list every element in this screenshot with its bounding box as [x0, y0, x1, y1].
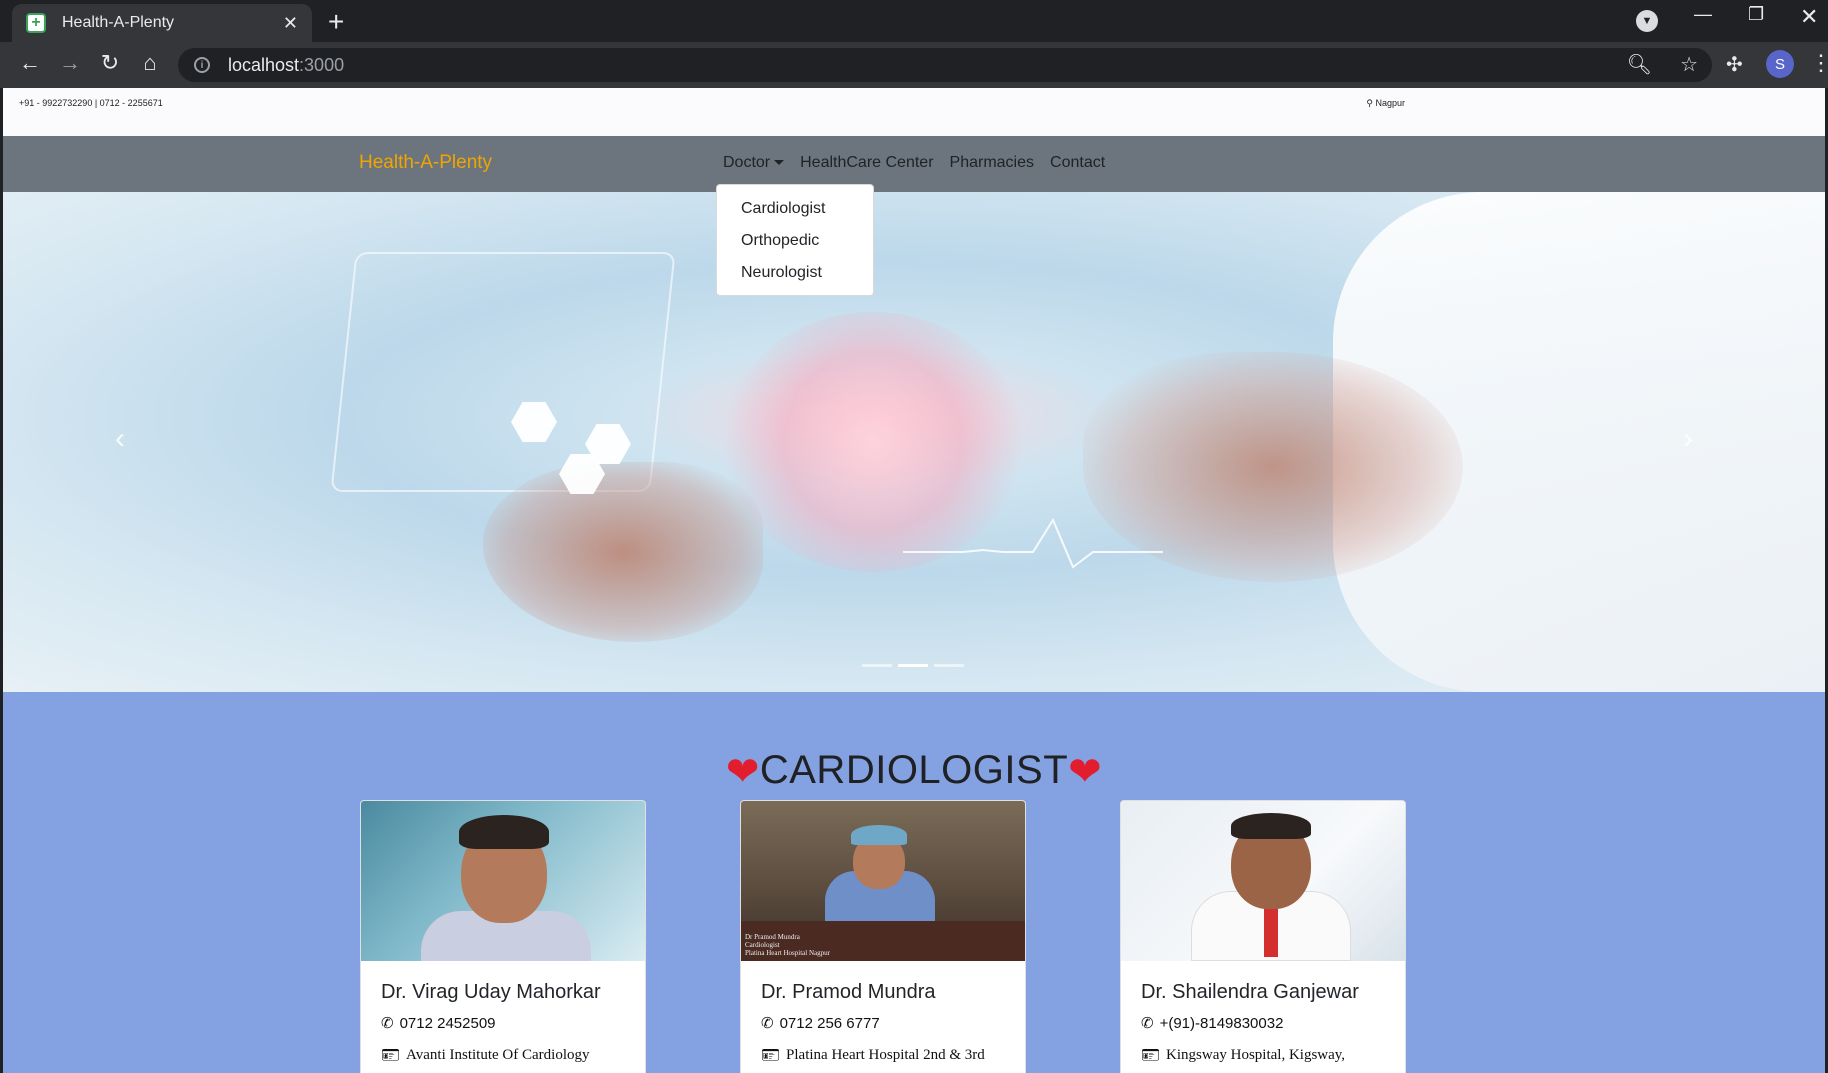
address-card-icon: 🪪︎: [1141, 1048, 1161, 1064]
carousel-prev-icon[interactable]: ‹: [115, 422, 125, 456]
tab-search-icon[interactable]: ▼: [1636, 10, 1658, 32]
nav-healthcare-center[interactable]: HealthCare Center: [800, 154, 933, 172]
browser-menu-icon[interactable]: ⋮: [1810, 50, 1828, 76]
zoom-icon[interactable]: 🔍︎: [1627, 52, 1652, 77]
nav-contact[interactable]: Contact: [1050, 154, 1105, 172]
address-bar[interactable]: i localhost:3000 🔍︎ ☆: [178, 48, 1712, 82]
favicon-icon: +: [26, 13, 46, 33]
heartbeat-icon: ❤: [1068, 750, 1103, 795]
minimize-icon[interactable]: —: [1694, 4, 1712, 25]
phone-icon: ✆: [1141, 1015, 1154, 1032]
doctor-name: Dr. Virag Uday Mahorkar: [381, 981, 601, 1003]
phone-numbers: +91 - 9922732290 | 0712 - 2255671: [19, 98, 163, 108]
carousel-indicator[interactable]: [934, 664, 964, 667]
section-title: ❤CARDIOLOGIST❤: [725, 748, 1103, 795]
cardiologist-section: ❤CARDIOLOGIST❤ Dr. Virag Uday Mahorkar ✆…: [3, 692, 1825, 1073]
brand-link[interactable]: Health-A-Plenty: [359, 152, 492, 174]
main-navbar: Health-A-Plenty Doctor HealthCare Center…: [3, 136, 1825, 192]
reload-icon[interactable]: ↻: [96, 50, 124, 76]
doctor-card[interactable]: Dr. Shailendra Ganjewar ✆ +(91)-814983003…: [1120, 800, 1406, 1073]
doctor-photo: Dr Pramod Mundra Cardiologist Platina Hear…: [741, 801, 1025, 961]
heartbeat-icon: ❤: [725, 750, 760, 795]
extensions-icon[interactable]: ✣: [1726, 52, 1743, 77]
doctor-name: Dr. Pramod Mundra: [761, 981, 936, 1003]
phone-icon: ✆: [381, 1015, 394, 1032]
address-card-icon: 🪪︎: [761, 1048, 781, 1064]
close-window-icon[interactable]: ✕: [1800, 4, 1818, 30]
hero-left-hand: [483, 462, 763, 642]
carousel-next-icon[interactable]: ›: [1683, 422, 1693, 456]
home-icon[interactable]: ⌂: [136, 50, 164, 76]
tab-close-icon[interactable]: ✕: [283, 13, 298, 34]
doctor-phone: ✆ 0712 2452509: [381, 1014, 496, 1033]
carousel-indicator-active[interactable]: [898, 664, 928, 667]
address-card-icon: 🪪︎: [381, 1048, 401, 1064]
profile-avatar[interactable]: S: [1766, 50, 1794, 78]
info-icon[interactable]: i: [194, 57, 210, 73]
doctor-dropdown-menu: Cardiologist Orthopedic Neurologist: [716, 184, 874, 296]
back-icon[interactable]: ←: [16, 50, 44, 76]
photo-caption: Dr Pramod Mundra Cardiologist Platina Hear…: [745, 933, 830, 957]
restore-icon[interactable]: ❐: [1748, 4, 1764, 25]
doctor-photo: [1121, 801, 1405, 961]
hero-carousel: ‹ ›: [3, 192, 1825, 692]
url-text: localhost:3000: [228, 54, 345, 75]
doctor-name: Dr. Shailendra Ganjewar: [1141, 981, 1359, 1003]
doctor-address: 🪪︎ Platina Heart Hospital 2nd & 3rd: [761, 1047, 985, 1064]
browser-toolbar: ← → ↻ ⌂ i localhost:3000 🔍︎ ☆ ✣ S ⋮: [0, 42, 1828, 88]
map-marker-icon: ⚲: [1366, 98, 1373, 108]
carousel-indicator[interactable]: [862, 664, 892, 667]
forward-icon[interactable]: →: [56, 50, 84, 76]
doctor-phone: ✆ +(91)-8149830032: [1141, 1014, 1284, 1033]
dropdown-item-neurologist[interactable]: Neurologist: [717, 257, 873, 289]
bookmark-star-icon[interactable]: ☆: [1680, 52, 1698, 77]
tab-title: Health-A-Plenty: [62, 14, 175, 31]
doctor-card[interactable]: Dr. Virag Uday Mahorkar ✆ 0712 2452509 🪪︎…: [360, 800, 646, 1073]
dropdown-item-orthopedic[interactable]: Orthopedic: [717, 225, 873, 257]
phone-icon: ✆: [761, 1015, 774, 1032]
browser-tabstrip: + Health-A-Plenty ✕ + ▼ — ❐ ✕: [0, 0, 1828, 42]
ecg-line-icon: [903, 517, 1163, 569]
nav-pharmacies[interactable]: Pharmacies: [950, 154, 1034, 172]
dropdown-item-cardiologist[interactable]: Cardiologist: [717, 193, 873, 225]
doctor-address: 🪪︎ Avanti Institute Of Cardiology: [381, 1047, 590, 1064]
location: ⚲ Nagpur: [1366, 98, 1405, 108]
nav-doctor[interactable]: Doctor: [723, 154, 785, 172]
doctor-phone: ✆ 0712 256 6777: [761, 1014, 880, 1033]
browser-tab[interactable]: + Health-A-Plenty ✕: [12, 4, 312, 42]
doctor-photo: [361, 801, 645, 961]
new-tab-icon[interactable]: +: [328, 6, 344, 38]
caret-down-icon: [774, 160, 785, 166]
web-page: +91 - 9922732290 | 0712 - 2255671 ⚲ Nagp…: [3, 88, 1825, 1073]
carousel-indicators: [862, 664, 964, 667]
doctor-card[interactable]: Dr Pramod Mundra Cardiologist Platina Hear…: [740, 800, 1026, 1073]
contact-topbar: +91 - 9922732290 | 0712 - 2255671 ⚲ Nagp…: [3, 88, 1825, 136]
doctor-address: 🪪︎ Kingsway Hospital, Kigsway,: [1141, 1047, 1346, 1064]
nav-links: Doctor HealthCare Center Pharmacies Cont…: [723, 154, 1105, 172]
